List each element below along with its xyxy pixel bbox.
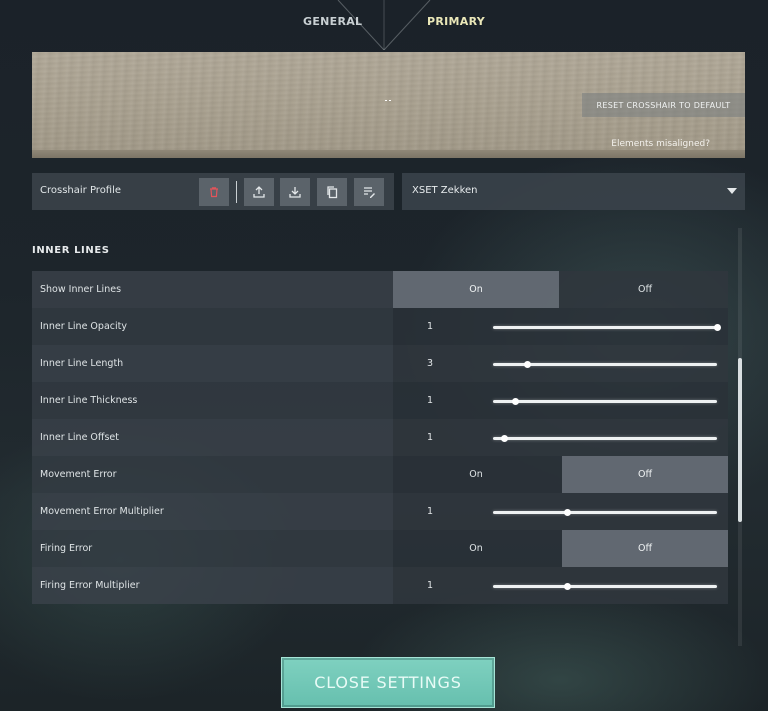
slider-thumb[interactable] [523,361,531,368]
slider-control: 1 [393,382,728,419]
delete-profile-button[interactable] [199,178,229,206]
slider-control: 1 [393,308,728,345]
setting-row: Movement Error Multiplier 1 [32,493,728,530]
setting-label-cell: Firing Error Multiplier [32,567,393,604]
setting-label-cell: Firing Error [32,530,393,567]
import-profile-button[interactable] [280,178,310,206]
setting-label-cell: Inner Line Offset [32,419,393,456]
toggle-group: On Off [393,271,728,308]
slider-control: 3 [393,345,728,382]
section-title: INNER LINES [32,245,110,256]
setting-label-cell: Movement Error [32,456,393,493]
slider-thumb[interactable] [501,435,509,442]
setting-label: Firing Error Multiplier [40,580,140,591]
toggle-on-button[interactable]: On [393,271,559,308]
slider-track[interactable] [493,435,717,442]
crosshair-profile-row: Crosshair Profile XSET Zekken [32,173,745,210]
setting-label: Inner Line Opacity [40,321,127,332]
slider-value-input[interactable]: 1 [427,506,433,517]
slider-control: 1 [393,493,728,530]
tab-divider-lines [337,0,431,50]
toggle-on-button[interactable]: On [393,530,559,567]
slider-track[interactable] [493,509,717,516]
rename-profile-button[interactable] [354,178,384,206]
setting-label: Show Inner Lines [40,284,122,295]
toggle-off-button[interactable]: Off [562,530,728,567]
chevron-down-icon [727,188,737,194]
toggle-group: On Off [393,530,728,567]
setting-row: Inner Line Opacity 1 [32,308,728,345]
slider-value-input[interactable]: 1 [427,395,433,406]
slider-track[interactable] [493,361,717,368]
toggle-on-button[interactable]: On [393,456,559,493]
slider-value-input[interactable]: 3 [427,358,433,369]
export-profile-button[interactable] [244,178,274,206]
setting-label: Movement Error [40,469,117,480]
setting-label-cell: Show Inner Lines [32,271,393,308]
crosshair-profile-label: Crosshair Profile [40,185,122,196]
tab-primary[interactable]: PRIMARY [427,15,485,28]
scrollbar-thumb[interactable] [738,358,742,522]
crosshair-preview-mark [385,100,391,101]
reset-crosshair-button[interactable]: RESET CROSSHAIR TO DEFAULT [582,93,745,117]
download-icon [289,187,301,198]
setting-row: Inner Line Length 3 [32,345,728,382]
setting-label: Movement Error Multiplier [40,506,164,517]
slider-thumb[interactable] [512,398,520,405]
setting-label: Inner Line Offset [40,432,119,443]
slider-thumb[interactable] [563,583,571,590]
slider-track[interactable] [493,398,717,405]
setting-label: Inner Line Thickness [40,395,138,406]
setting-row: Firing Error Multiplier 1 [32,567,728,604]
slider-value-input[interactable]: 1 [427,580,433,591]
toggle-off-button[interactable]: Off [562,456,728,493]
setting-row: Movement Error On Off [32,456,728,493]
toggle-off-button[interactable]: Off [562,271,728,308]
setting-row: Inner Line Thickness 1 [32,382,728,419]
crosshair-preview: RESET CROSSHAIR TO DEFAULT Elements misa… [32,52,745,158]
setting-label-cell: Inner Line Thickness [32,382,393,419]
elements-misaligned-link[interactable]: Elements misaligned? [611,139,710,149]
settings-scrollbar[interactable] [738,228,742,646]
slider-thumb[interactable] [714,324,721,331]
setting-row: Inner Line Offset 1 [32,419,728,456]
toolbar-separator [236,181,237,203]
crosshair-profile-dropdown[interactable]: XSET Zekken [402,173,745,210]
duplicate-profile-button[interactable] [317,178,347,206]
slider-track[interactable] [493,324,721,331]
upload-icon [253,186,265,198]
trash-icon [210,187,218,198]
setting-label-cell: Movement Error Multiplier [32,493,393,530]
slider-track[interactable] [493,583,717,590]
toggle-group: On Off [393,456,728,493]
slider-thumb[interactable] [563,509,571,516]
setting-row: Firing Error On Off [32,530,728,567]
setting-row: Show Inner Lines On Off [32,271,728,308]
copy-icon [327,186,338,199]
preview-ground [32,150,745,158]
slider-value-input[interactable]: 1 [427,321,433,332]
inner-lines-settings: Show Inner Lines On Off Inner Line Opacity 1… [32,271,728,604]
slider-value-input[interactable]: 1 [427,432,433,443]
slider-control: 1 [393,419,728,456]
close-settings-button[interactable]: CLOSE SETTINGS [281,657,495,708]
rename-icon [364,187,375,198]
slider-control: 1 [393,567,728,604]
setting-label-cell: Inner Line Opacity [32,308,393,345]
tab-general[interactable]: GENERAL [303,15,362,28]
setting-label: Inner Line Length [40,358,124,369]
setting-label: Firing Error [40,543,93,554]
profile-toolbar: Crosshair Profile [32,173,394,210]
selected-profile: XSET Zekken [412,185,478,196]
setting-label-cell: Inner Line Length [32,345,393,382]
top-tabs: GENERAL PRIMARY [0,0,768,50]
